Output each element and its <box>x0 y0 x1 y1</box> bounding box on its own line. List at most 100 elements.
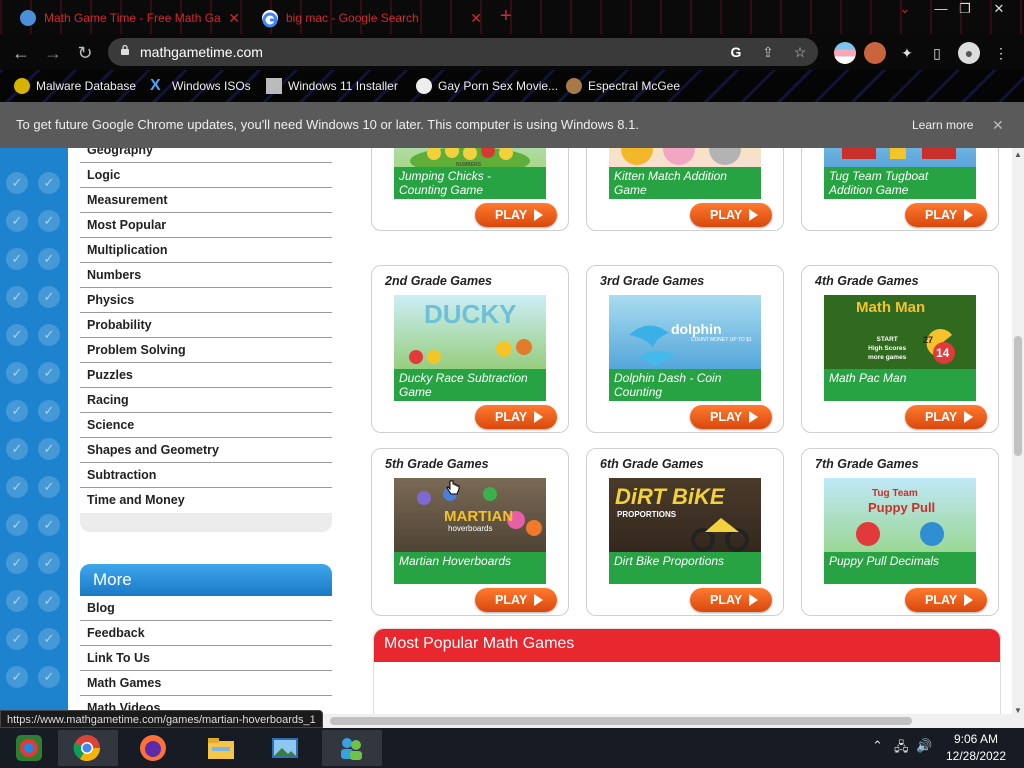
most-popular-heading: Most Popular Math Games <box>374 629 1000 662</box>
category-link[interactable]: Logic <box>80 163 332 188</box>
vertical-scrollbar[interactable]: ▲ ▼ <box>1012 148 1024 728</box>
game-thumbnail[interactable]: Tug Team Tugboat Addition Game <box>824 148 976 199</box>
learn-more-link[interactable]: Learn more <box>912 102 973 148</box>
bookmark-malware-database[interactable]: Malware Database <box>14 76 136 96</box>
tab-strip: Math Game Time - Free Math Ga ✕ big mac … <box>0 0 1024 34</box>
back-arrow-icon[interactable]: ← <box>8 40 34 66</box>
dolphin-subtitle: COUNT MONEY UP TO $1 <box>691 337 752 343</box>
infobar-message: To get future Google Chrome updates, you… <box>16 117 639 132</box>
restore-window-icon[interactable]: ❐ <box>948 0 982 20</box>
category-link[interactable]: Puzzles <box>80 363 332 388</box>
share-icon[interactable]: ⇪ <box>758 42 778 62</box>
category-link[interactable]: Geography <box>80 148 332 163</box>
game-thumbnail[interactable]: MARTIAN hoverboards Martian Hoverboards <box>394 478 546 584</box>
more-link-feedback[interactable]: Feedback <box>80 621 332 646</box>
profile-icon[interactable]: ● <box>958 42 980 64</box>
extensions-puzzle-icon[interactable]: ✦ <box>896 42 918 64</box>
site-icon <box>416 78 432 94</box>
game-thumbnail[interactable]: DUCKY Ducky Race Subtraction Game <box>394 295 546 401</box>
game-title: Kitten Match Addition Game <box>609 167 761 199</box>
play-button[interactable]: PLAY <box>905 203 987 227</box>
start-button[interactable] <box>0 730 60 766</box>
volume-icon[interactable]: 🔊 <box>916 738 932 754</box>
more-link-link-to-us[interactable]: Link To Us <box>80 646 332 671</box>
game-thumbnail[interactable]: Kitten Match Addition Game <box>609 148 761 199</box>
bookmark-star-icon[interactable]: ☆ <box>790 42 810 62</box>
category-link[interactable]: Multiplication <box>80 238 332 263</box>
taskbar-network-app[interactable] <box>322 730 382 766</box>
close-tab-icon[interactable]: ✕ <box>470 4 482 32</box>
system-clock[interactable]: 9:06 AM 12/28/2022 <box>934 731 1018 765</box>
game-card: 6th Grade Games DiRT BiKE PROPORTIONS Di… <box>586 448 784 616</box>
game-card: NUMBERS Jumping Chicks - Counting Game P… <box>371 148 569 231</box>
taskbar-chrome[interactable] <box>58 730 118 766</box>
extension-flag-icon[interactable] <box>834 42 856 64</box>
more-link-blog[interactable]: Blog <box>80 596 332 621</box>
play-button[interactable]: PLAY <box>475 405 557 429</box>
bookmark-windows-11-installer[interactable]: Windows 11 Installer <box>266 76 398 96</box>
taskbar-photos[interactable] <box>256 730 316 766</box>
tab-google-search[interactable]: big mac - Google Search ✕ <box>250 4 490 32</box>
close-tab-icon[interactable]: ✕ <box>228 4 240 32</box>
tab-math-game-time[interactable]: Math Game Time - Free Math Ga ✕ <box>8 4 248 32</box>
game-thumbnail[interactable]: NUMBERS Jumping Chicks - Counting Game <box>394 148 546 199</box>
tray-overflow-icon[interactable]: ⌃ <box>872 738 883 754</box>
play-button[interactable]: PLAY <box>690 588 772 612</box>
category-link[interactable]: Measurement <box>80 188 332 213</box>
folder-icon <box>208 738 234 759</box>
bookmark-movie[interactable]: Gay Porn Sex Movie... <box>416 76 558 96</box>
forward-arrow-icon[interactable]: → <box>40 40 66 66</box>
new-tab-button[interactable]: + <box>500 6 512 26</box>
category-link[interactable]: Time and Money <box>80 488 332 513</box>
game-card: 4th Grade Games Math Man START High Scor… <box>801 265 999 433</box>
play-button[interactable]: PLAY <box>475 588 557 612</box>
play-button[interactable]: PLAY <box>690 203 772 227</box>
puppy-subtitle: Puppy Pull <box>868 500 936 515</box>
vertical-scroll-thumb[interactable] <box>1014 336 1022 456</box>
category-link[interactable]: Racing <box>80 388 332 413</box>
category-link[interactable]: Problem Solving <box>80 338 332 363</box>
address-bar[interactable]: mathgametime.com G ⇪ ☆ <box>108 38 818 66</box>
game-title: Dirt Bike Proportions <box>609 552 761 584</box>
play-button[interactable]: PLAY <box>905 588 987 612</box>
side-panel-icon[interactable]: ▯ <box>926 42 948 64</box>
taskbar-file-explorer[interactable] <box>192 730 252 766</box>
category-link[interactable]: Shapes and Geometry <box>80 438 332 463</box>
tab-search-chevron-icon[interactable]: ⌄ <box>888 0 922 20</box>
category-link[interactable]: Subtraction <box>80 463 332 488</box>
close-window-icon[interactable]: ✕ <box>982 0 1016 20</box>
play-button[interactable]: PLAY <box>690 405 772 429</box>
game-thumbnail[interactable]: DiRT BiKE PROPORTIONS Dirt Bike Proporti… <box>609 478 761 584</box>
game-title: Dolphin Dash - Coin Counting <box>609 369 761 401</box>
x-logo-icon: X <box>150 77 161 94</box>
close-infobar-icon[interactable]: ✕ <box>992 102 1004 148</box>
bookmark-windows-isos[interactable]: X Windows ISOs <box>150 76 251 96</box>
category-link[interactable]: Numbers <box>80 263 332 288</box>
category-link[interactable]: Probability <box>80 313 332 338</box>
reload-icon[interactable]: ↻ <box>72 40 98 66</box>
game-thumbnail[interactable]: Tug Team Puppy Pull Puppy Pull Decimals <box>824 478 976 584</box>
extension-avatar-icon[interactable] <box>864 42 886 64</box>
menu-kebab-icon[interactable]: ⋮ <box>990 42 1012 64</box>
math-man-logo: Math Man <box>856 299 926 316</box>
ducky-logo: DUCKY <box>424 299 517 329</box>
horizontal-scroll-thumb[interactable] <box>330 717 912 725</box>
scroll-down-arrow-icon[interactable]: ▼ <box>1012 706 1024 715</box>
picture-icon <box>272 738 298 758</box>
taskbar-firefox[interactable] <box>124 730 184 766</box>
scroll-up-arrow-icon[interactable]: ▲ <box>1012 150 1024 159</box>
google-lens-icon[interactable]: G <box>726 42 746 62</box>
more-link-math-games[interactable]: Math Games <box>80 671 332 696</box>
category-link[interactable]: Science <box>80 413 332 438</box>
game-thumbnail[interactable]: dolphin COUNT MONEY UP TO $1 Dolphin Das… <box>609 295 761 401</box>
play-button[interactable]: PLAY <box>905 405 987 429</box>
chrome-icon <box>73 735 101 762</box>
play-button[interactable]: PLAY <box>475 203 557 227</box>
category-link[interactable]: Physics <box>80 288 332 313</box>
bookmark-espectral-mcgee[interactable]: Espectral McGee <box>566 76 680 96</box>
url-text[interactable]: mathgametime.com <box>140 38 263 66</box>
more-panel: Blog Feedback Link To Us Math Games Math… <box>80 596 332 728</box>
game-thumbnail[interactable]: Math Man START High Scores more games 27… <box>824 295 976 401</box>
category-link[interactable]: Most Popular <box>80 213 332 238</box>
network-icon[interactable]: 🖧 <box>894 738 909 760</box>
